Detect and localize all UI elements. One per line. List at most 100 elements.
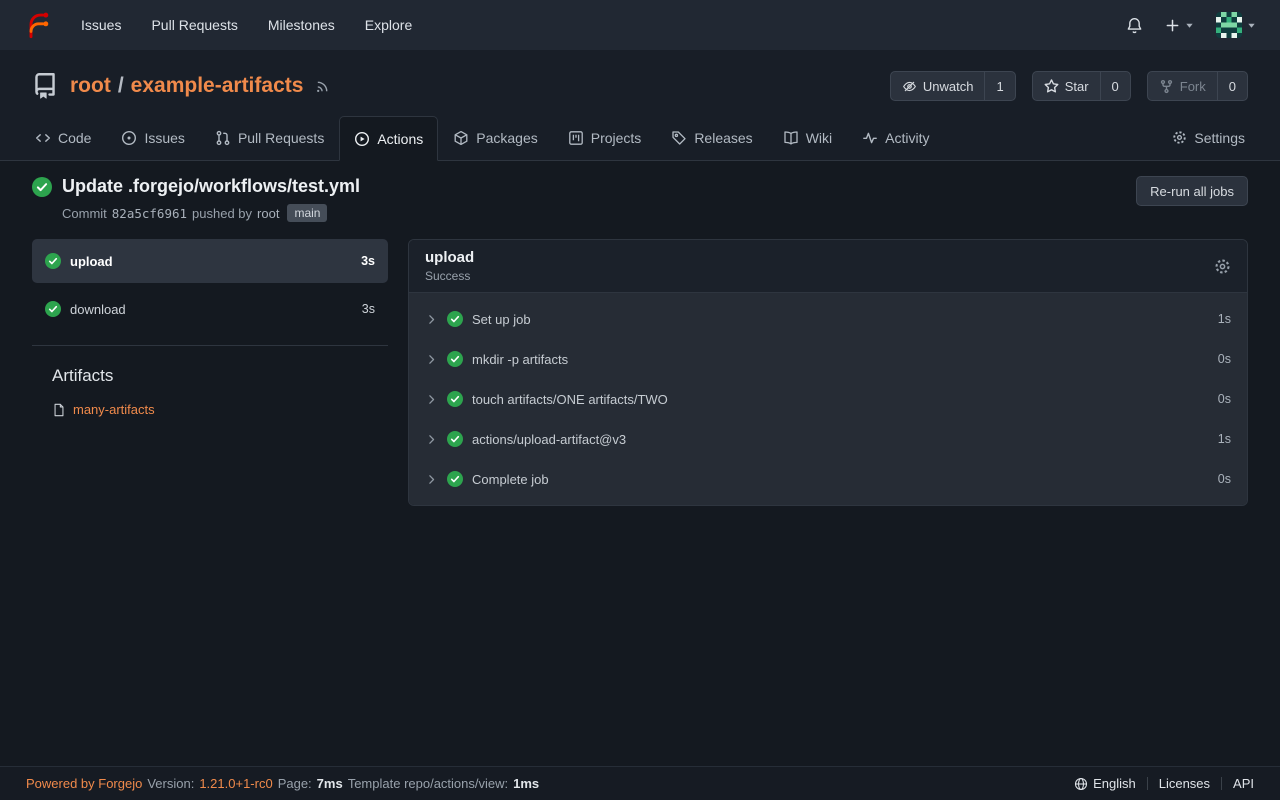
chevron-right-icon: [425, 313, 438, 326]
step-row-mkdir[interactable]: mkdir -p artifacts 0s: [409, 339, 1247, 379]
language-selector[interactable]: English: [1074, 776, 1136, 791]
footer-divider: [1147, 777, 1148, 790]
job-detail-name: upload: [425, 249, 474, 266]
page-time-value: 7ms: [317, 776, 343, 791]
package-icon: [453, 130, 469, 146]
tab-code[interactable]: Code: [20, 115, 106, 160]
navbar-right: [1126, 12, 1256, 38]
chevron-down-icon: [1247, 21, 1256, 30]
success-check-icon: [447, 311, 463, 327]
job-name: upload: [70, 254, 113, 269]
chevron-down-icon: [1185, 21, 1194, 30]
step-row-setup-job[interactable]: Set up job 1s: [409, 299, 1247, 339]
powered-by-link[interactable]: Powered by Forgejo: [26, 776, 142, 791]
avatar[interactable]: [1216, 12, 1242, 38]
fork-icon: [1159, 79, 1174, 94]
play-circle-icon: [354, 131, 370, 147]
repo-owner-link[interactable]: root: [70, 74, 111, 98]
rss-icon[interactable]: [315, 79, 330, 94]
job-duration: 3s: [362, 302, 375, 316]
step-duration: 0s: [1218, 472, 1231, 486]
artifact-item[interactable]: many-artifacts: [32, 402, 388, 417]
api-link[interactable]: API: [1233, 776, 1254, 791]
job-panel-header: upload Success: [409, 240, 1247, 293]
tab-pull-requests[interactable]: Pull Requests: [200, 115, 339, 160]
footer: Powered by Forgejo Version: 1.21.0+1-rc0…: [0, 766, 1280, 800]
commit-line: Commit 82a5cf6961 pushed by root main: [62, 204, 360, 222]
version-link[interactable]: 1.21.0+1-rc0: [199, 776, 272, 791]
page: Issues Pull Requests Milestones Explore: [0, 0, 1280, 800]
rerun-all-jobs-button[interactable]: Re-run all jobs: [1136, 176, 1248, 206]
unwatch-button[interactable]: Unwatch 1: [890, 71, 1016, 101]
nav-link-milestones[interactable]: Milestones: [253, 0, 350, 50]
tab-actions[interactable]: Actions: [339, 116, 438, 161]
licenses-link[interactable]: Licenses: [1159, 776, 1210, 791]
job-duration: 3s: [361, 254, 375, 268]
tab-projects[interactable]: Projects: [553, 115, 657, 160]
step-label: Set up job: [472, 312, 531, 327]
star-count: 0: [1100, 72, 1130, 100]
sidebar-divider: [32, 345, 388, 346]
chevron-right-icon: [425, 353, 438, 366]
step-row-upload-artifact[interactable]: actions/upload-artifact@v3 1s: [409, 419, 1247, 459]
nav-link-pull-requests[interactable]: Pull Requests: [136, 0, 252, 50]
step-label: mkdir -p artifacts: [472, 352, 568, 367]
fork-count: 0: [1217, 72, 1247, 100]
chevron-right-icon: [425, 393, 438, 406]
run-title: Update .forgejo/workflows/test.yml: [62, 176, 360, 197]
issue-icon: [121, 130, 137, 146]
pusher-link[interactable]: root: [257, 206, 279, 221]
plus-icon: [1165, 18, 1180, 33]
star-button[interactable]: Star 0: [1032, 71, 1131, 101]
commit-sha-link[interactable]: 82a5cf6961: [112, 206, 187, 221]
job-item-download[interactable]: download 3s: [32, 287, 388, 331]
gear-icon: [1172, 130, 1187, 145]
success-check-icon: [447, 391, 463, 407]
step-label: touch artifacts/ONE artifacts/TWO: [472, 392, 668, 407]
artifacts-heading: Artifacts: [32, 366, 388, 386]
watch-count: 1: [984, 72, 1014, 100]
commit-label: Commit: [62, 206, 107, 221]
version-label: Version:: [147, 776, 194, 791]
job-item-upload[interactable]: upload 3s: [32, 239, 388, 283]
success-check-icon: [32, 177, 52, 197]
eye-off-icon: [902, 79, 917, 94]
step-row-touch[interactable]: touch artifacts/ONE artifacts/TWO 0s: [409, 379, 1247, 419]
tab-releases[interactable]: Releases: [656, 115, 767, 160]
step-duration: 0s: [1218, 392, 1231, 406]
tab-packages[interactable]: Packages: [438, 115, 552, 160]
step-label: Complete job: [472, 472, 549, 487]
success-check-icon: [447, 471, 463, 487]
repo-name-link[interactable]: example-artifacts: [131, 74, 304, 98]
tab-activity[interactable]: Activity: [847, 115, 944, 160]
success-check-icon: [45, 253, 61, 269]
branch-badge[interactable]: main: [287, 204, 327, 222]
code-icon: [35, 130, 51, 146]
pull-request-icon: [215, 130, 231, 146]
nav-link-issues[interactable]: Issues: [66, 0, 136, 50]
user-menu[interactable]: [1216, 12, 1256, 38]
project-board-icon: [568, 130, 584, 146]
star-icon: [1044, 79, 1059, 94]
job-options-gear-icon[interactable]: [1214, 258, 1231, 275]
repo-icon: [32, 73, 58, 99]
step-row-complete-job[interactable]: Complete job 0s: [409, 459, 1247, 499]
top-navbar: Issues Pull Requests Milestones Explore: [0, 0, 1280, 50]
repo-breadcrumb: root / example-artifacts: [70, 74, 303, 98]
pushed-by-label: pushed by: [192, 206, 252, 221]
job-detail-status: Success: [425, 269, 474, 283]
tab-issues[interactable]: Issues: [106, 115, 199, 160]
notifications-bell-icon[interactable]: [1126, 17, 1143, 34]
create-new-button[interactable]: [1165, 18, 1194, 33]
success-check-icon: [447, 431, 463, 447]
tab-wiki[interactable]: Wiki: [768, 115, 847, 160]
forgejo-logo-icon[interactable]: [24, 11, 52, 39]
repo-header: root / example-artifacts: [0, 50, 1280, 161]
tab-settings[interactable]: Settings: [1157, 115, 1260, 160]
nav-link-explore[interactable]: Explore: [350, 0, 427, 50]
chevron-right-icon: [425, 433, 438, 446]
pulse-icon: [862, 130, 878, 146]
jobs-sidebar: upload 3s download 3s Artifacts: [32, 239, 388, 506]
fork-button[interactable]: Fork 0: [1147, 71, 1248, 101]
repo-action-buttons: Unwatch 1 Star 0: [890, 71, 1248, 101]
